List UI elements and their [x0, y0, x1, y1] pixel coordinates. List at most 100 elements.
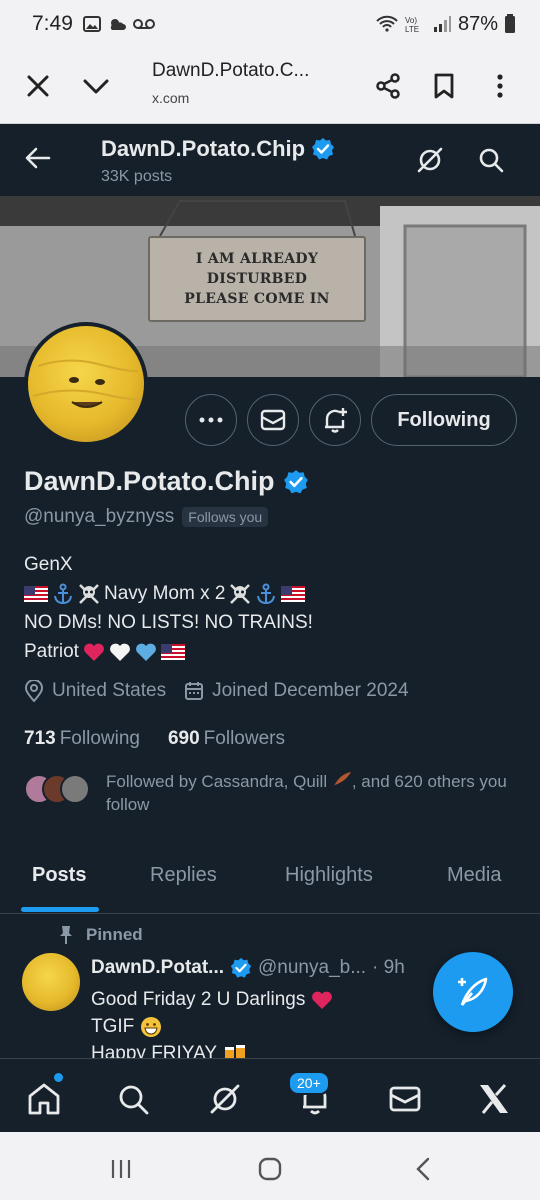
- battery-percent: 87%: [457, 12, 498, 35]
- verified-badge-icon[interactable]: [283, 469, 309, 495]
- more-horizontal-icon: [199, 417, 223, 423]
- pin-icon: [60, 926, 72, 944]
- active-tab-indicator: [21, 907, 99, 912]
- grok-icon: [210, 1084, 240, 1114]
- banner-sign: I AM ALREADY DISTURBED PLEASE COME IN: [148, 236, 366, 322]
- tab-posts[interactable]: Posts: [32, 864, 86, 887]
- share-button[interactable]: [364, 62, 412, 110]
- followed-by[interactable]: Followed by Cassandra, Quill , and 620 o…: [24, 770, 526, 816]
- post-line-2-text: TGIF: [91, 1016, 135, 1037]
- close-tab-button[interactable]: [14, 62, 62, 110]
- home-icon: [28, 1083, 60, 1115]
- status-time: 7:49: [32, 12, 73, 35]
- us-flag-icon: [281, 585, 306, 602]
- sign-line-1: I AM ALREADY: [195, 251, 319, 267]
- header-display-name: DawnD.Potato.Chip: [101, 136, 306, 161]
- back-system-button[interactable]: [408, 1154, 438, 1184]
- more-vertical-icon: [497, 74, 503, 98]
- search-icon: [119, 1085, 149, 1115]
- voicemail-icon: [132, 19, 155, 29]
- us-flag-icon: [160, 643, 185, 660]
- post-author-handle: @nunya_b...: [258, 957, 367, 978]
- back-button[interactable]: [18, 138, 58, 178]
- bio-line-2-text: Navy Mom x 2: [104, 583, 226, 604]
- follows-you-badge: Follows you: [182, 507, 269, 527]
- profile-bio: GenX Navy Mom x 2 NO DMs! NO LISTS! NO T…: [24, 550, 313, 666]
- wifi-icon: [376, 15, 398, 32]
- tab-highlights[interactable]: Highlights: [285, 864, 373, 887]
- home-unread-dot: [54, 1073, 63, 1082]
- grok-button[interactable]: [410, 140, 450, 180]
- share-icon: [376, 73, 400, 99]
- more-options-button[interactable]: [185, 394, 237, 446]
- svg-text:Vo): Vo): [405, 16, 417, 25]
- verified-badge-icon: [230, 957, 252, 978]
- nav-search[interactable]: [111, 1077, 155, 1121]
- post-time: · 9h: [372, 957, 405, 978]
- post-line-2: TGIF: [91, 1013, 333, 1040]
- red-heart-icon: [84, 643, 104, 661]
- recents-button[interactable]: [106, 1154, 136, 1184]
- browser-menu-button[interactable]: [476, 62, 524, 110]
- sign-line-3: PLEASE COME IN: [184, 291, 330, 307]
- profile-meta: United States Joined December 2024: [24, 680, 409, 702]
- nav-grok[interactable]: [203, 1077, 247, 1121]
- post-line-1: Good Friday 2 U Darlings: [91, 986, 333, 1013]
- url-block[interactable]: DawnD.Potato.C... x.com: [152, 60, 352, 106]
- profile-header: DawnD.Potato.Chip 33K posts: [0, 124, 540, 196]
- bio-line-2: Navy Mom x 2: [24, 579, 313, 608]
- mutual-avatar: [60, 774, 90, 804]
- compose-post-button[interactable]: [433, 952, 513, 1032]
- blue-heart-icon: [136, 643, 156, 661]
- grok-icon: [417, 147, 443, 173]
- bookmark-button[interactable]: [420, 62, 468, 110]
- calendar-icon: [185, 682, 204, 700]
- skull-crossbones-icon: [79, 583, 99, 604]
- mail-icon: [260, 409, 286, 431]
- location-text: United States: [52, 680, 167, 701]
- minimize-tab-button[interactable]: [72, 62, 120, 110]
- nav-messages[interactable]: [383, 1077, 427, 1121]
- followers-count-link[interactable]: 690 Followers: [168, 728, 285, 750]
- svg-text:LTE: LTE: [405, 25, 419, 33]
- anchor-icon: [54, 583, 72, 604]
- mail-icon: [389, 1086, 421, 1112]
- page-title: DawnD.Potato.C...: [152, 60, 310, 81]
- notify-button[interactable]: [309, 394, 361, 446]
- following-button[interactable]: Following: [371, 394, 517, 446]
- bookmark-icon: [434, 73, 454, 99]
- post-line-1-text: Good Friday 2 U Darlings: [91, 989, 306, 1010]
- tab-replies[interactable]: Replies: [150, 864, 217, 887]
- post-author-avatar[interactable]: [22, 953, 80, 1011]
- joined-item: Joined December 2024: [184, 680, 409, 702]
- search-button[interactable]: [471, 140, 511, 180]
- post-body[interactable]: Good Friday 2 U Darlings TGIF Happy FRIY…: [91, 986, 333, 1067]
- message-button[interactable]: [247, 394, 299, 446]
- back-chevron-icon: [416, 1157, 430, 1181]
- profile-name: DawnD.Potato.Chip: [24, 466, 309, 497]
- nav-home[interactable]: [22, 1077, 66, 1121]
- profile-handle: @nunya_byznyss: [24, 506, 175, 527]
- following-label: Following: [59, 728, 140, 749]
- bio-line-4-text: Patriot: [24, 641, 79, 662]
- handle-row: @nunya_byznyss Follows you: [24, 506, 269, 528]
- url-host: x.com: [152, 90, 190, 106]
- skull-crossbones-icon: [230, 583, 251, 604]
- followed-by-prefix: Followed by Cassandra, Quill: [106, 772, 328, 791]
- location-item: United States: [24, 680, 166, 702]
- following-count: 713: [24, 728, 56, 749]
- joined-text: Joined December 2024: [212, 680, 409, 701]
- status-notification-icons: [82, 15, 155, 33]
- nav-x-premium[interactable]: [472, 1077, 516, 1121]
- anchor-icon: [257, 583, 276, 604]
- home-system-button[interactable]: [255, 1154, 285, 1184]
- followers-label: Followers: [203, 728, 285, 749]
- notifications-badge: 20+: [288, 1071, 330, 1095]
- profile-avatar[interactable]: [24, 322, 148, 446]
- white-heart-icon: [110, 643, 130, 661]
- sign-line-2: DISTURBED: [206, 271, 308, 287]
- search-icon: [479, 148, 504, 173]
- tab-media[interactable]: Media: [447, 864, 501, 887]
- post-author-name[interactable]: DawnD.Potat...: [91, 957, 224, 979]
- following-count-link[interactable]: 713 Following: [24, 728, 140, 750]
